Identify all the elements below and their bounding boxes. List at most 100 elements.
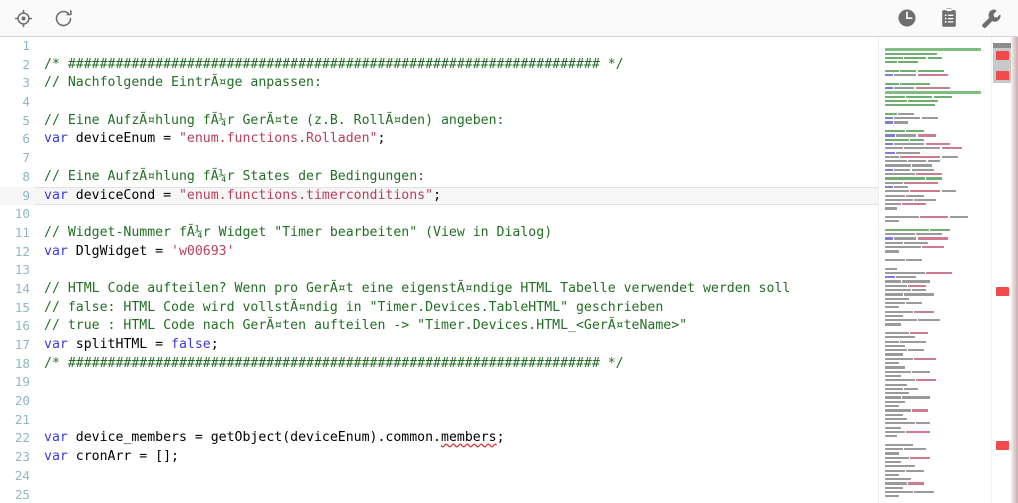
code-line[interactable]: 18 /* ###################################… — [0, 355, 878, 374]
code-line[interactable]: 12 var DlgWidget = 'w00693' — [0, 243, 878, 262]
code-line[interactable]: 8 // Eine AufzÃ¤hlung fÃ¼r States der Bed… — [0, 168, 878, 187]
line-content: // Eine AufzÃ¤hlung fÃ¼r States der Bedi… — [44, 168, 425, 187]
line-number: 5 — [22, 112, 30, 128]
code-line[interactable]: 9 var deviceCond = "enum.functions.timerc… — [0, 186, 878, 206]
code-token: var — [44, 187, 68, 203]
code-token: // Eine AufzÃ¤hlung fÃ¼r GerÃ¤te (z.B. R… — [44, 112, 505, 128]
line-content: /* #####################################… — [44, 56, 624, 75]
code-line[interactable]: 1 — [0, 37, 878, 56]
minimap-token — [925, 142, 950, 146]
code-line[interactable]: 22 var device_members = getObject(deviceE… — [0, 429, 878, 448]
minimap-token — [933, 95, 952, 98]
code-line[interactable]: 7 — [0, 149, 878, 168]
code-line[interactable]: 23 var cronArr = []; — [0, 448, 878, 467]
line-number: 8 — [22, 168, 30, 184]
error-marker[interactable] — [996, 51, 1009, 60]
code-line[interactable]: 16 // true : HTML Code nach GerÃ¤ten auft… — [0, 317, 878, 336]
minimap-token — [885, 246, 921, 249]
line-content: // HTML Code aufteilen? Wenn pro GerÃ¤t … — [44, 280, 790, 299]
code-token: splitHTML = — [67, 337, 172, 352]
minimap-token — [941, 155, 958, 159]
line-number: 24 — [14, 467, 30, 483]
code-line[interactable]: 25 — [0, 486, 878, 503]
code-token: "enum.functions.Rolladen" — [178, 131, 378, 147]
line-content: var cronArr = []; — [44, 448, 179, 467]
code-line[interactable]: 10 — [0, 205, 878, 224]
error-marker[interactable] — [996, 71, 1009, 80]
line-content: // true : HTML Code nach GerÃ¤ten auftei… — [44, 317, 687, 336]
code-line[interactable]: 6 var deviceEnum = "enum.functions.Rollad… — [0, 130, 878, 149]
code-line[interactable]: 3 // Nachfolgende EintrÃ¤ge anpassen: — [0, 74, 878, 93]
line-number: 6 — [22, 131, 30, 147]
vertical-scrollbar[interactable] — [992, 37, 1012, 503]
line-content: // Nachfolgende EintrÃ¤ge anpassen: — [44, 74, 322, 93]
code-line[interactable]: 5 // Eine AufzÃ¤hlung fÃ¼r GerÃ¤te (z.B. … — [0, 112, 878, 131]
code-token: ; — [496, 430, 505, 446]
line-number: 25 — [14, 486, 30, 502]
history-button[interactable] — [894, 5, 920, 31]
overview-ruler — [991, 37, 1012, 503]
minimap-token — [904, 57, 927, 60]
code-minimap[interactable] — [878, 37, 992, 503]
code-token: // Nachfolgende EintrÃ¤ge anpassen: — [44, 75, 322, 91]
minimap-token — [902, 396, 931, 399]
reload-button[interactable] — [50, 5, 76, 31]
error-marker[interactable] — [996, 441, 1009, 450]
code-token: "enum.functions.timerconditions" — [178, 187, 434, 203]
code-line[interactable]: 15 // false: HTML Code wird vollstÃ¤ndig … — [0, 299, 878, 318]
minimap-token — [927, 57, 942, 60]
code-line[interactable]: 24 — [0, 467, 878, 486]
code-token: // true : HTML Code nach GerÃ¤ten auftei… — [44, 318, 688, 334]
line-number: 1 — [22, 38, 30, 53]
line-number: 13 — [14, 262, 30, 278]
minimap-token — [904, 241, 929, 244]
refresh-icon — [53, 8, 74, 29]
settings-button[interactable] — [978, 5, 1004, 31]
code-token: members — [441, 430, 497, 446]
line-content: // false: HTML Code wird vollstÃ¤ndig in… — [44, 299, 663, 318]
line-number: 3 — [22, 75, 30, 91]
line-number: 9 — [22, 187, 30, 203]
minimap-token — [885, 215, 919, 219]
minimap-token — [906, 430, 931, 434]
scrollbar-thumb-cap — [993, 43, 1011, 48]
line-number: 4 — [22, 94, 30, 110]
code-line[interactable]: 11 // Widget-Nummer fÃ¼r Widget "Timer be… — [0, 224, 878, 243]
minimap-token — [885, 99, 907, 103]
minimap-token — [914, 490, 935, 494]
code-line[interactable]: 14 // HTML Code aufteilen? Wenn pro GerÃ¤… — [0, 280, 878, 299]
line-number: 16 — [14, 318, 30, 334]
minimap-token — [914, 198, 937, 201]
clipboard-list-icon — [938, 7, 960, 29]
code-token: deviceEnum = — [67, 131, 179, 147]
line-number: 12 — [14, 243, 30, 259]
minimap-token — [918, 319, 941, 322]
toolbar-left-group — [0, 5, 76, 31]
minimap-token — [885, 69, 899, 73]
line-number: 2 — [22, 56, 30, 72]
code-token: device_members = getObject(deviceEnum).c… — [67, 430, 441, 446]
minimap-token — [900, 69, 917, 73]
code-token: var — [44, 243, 68, 259]
code-line[interactable]: 19 — [0, 373, 878, 392]
error-marker[interactable] — [996, 287, 1009, 296]
line-number: 17 — [14, 337, 30, 352]
code-line[interactable]: 4 — [0, 93, 878, 112]
minimap-token — [885, 203, 901, 206]
line-number: 14 — [14, 280, 30, 296]
code-token: DlgWidget = — [67, 243, 172, 259]
code-line[interactable]: 2 /* ####################################… — [0, 56, 878, 75]
minimap-token — [902, 203, 927, 206]
code-token: var — [44, 337, 68, 352]
code-line[interactable]: 21 — [0, 411, 878, 430]
line-number: 7 — [22, 150, 30, 166]
code-line[interactable]: 17 var splitHTML = false; — [0, 336, 878, 355]
code-line[interactable]: 13 — [0, 261, 878, 280]
code-line[interactable]: 20 — [0, 392, 878, 411]
code-token: ; — [433, 187, 442, 203]
minimap-token — [922, 246, 945, 249]
log-button[interactable] — [936, 5, 962, 31]
code-text-area[interactable]: 1 2/* ###################################… — [0, 37, 878, 503]
locate-cursor-button[interactable] — [10, 5, 36, 31]
code-token: deviceCond = — [67, 187, 179, 203]
